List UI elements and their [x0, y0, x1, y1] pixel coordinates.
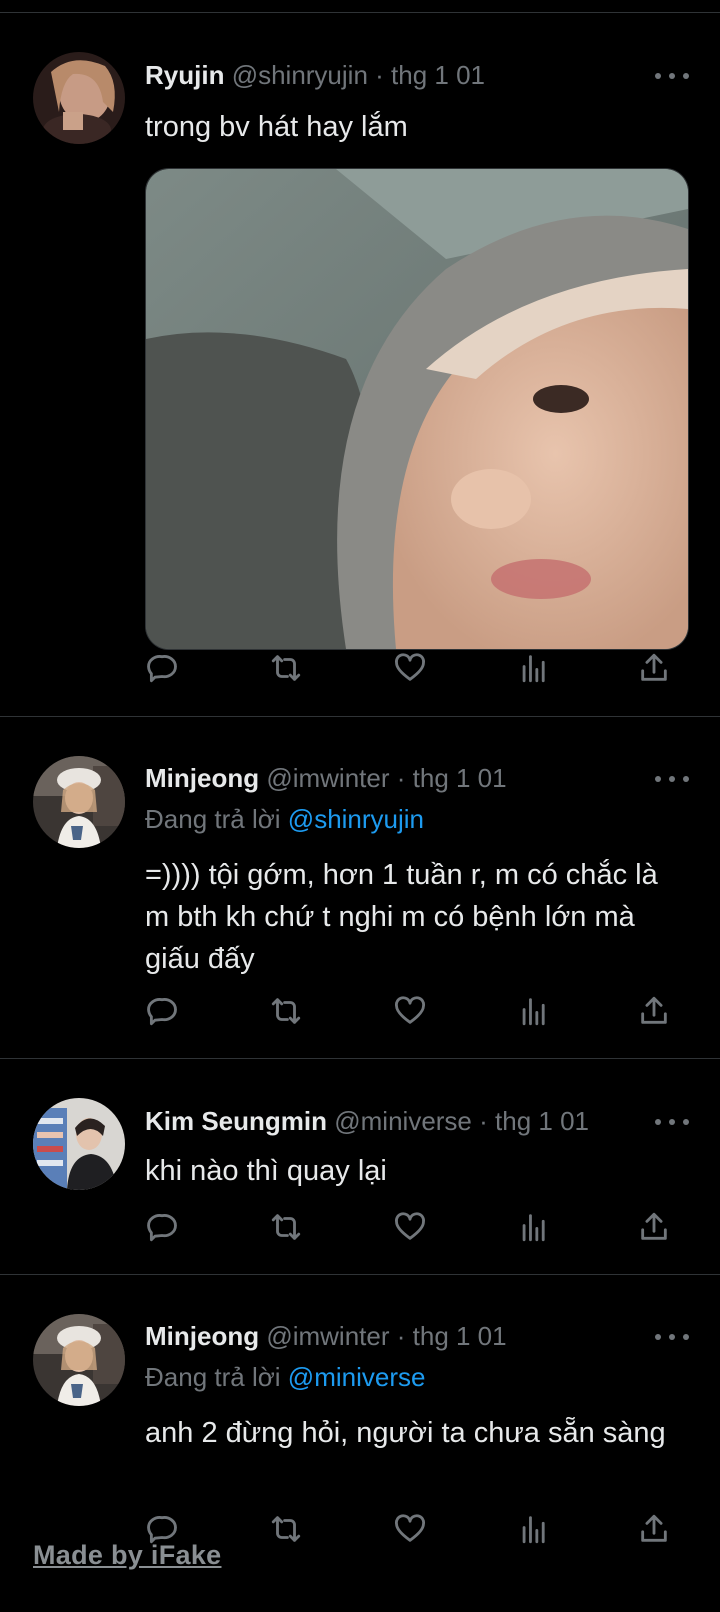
reply-icon[interactable] — [142, 1207, 182, 1247]
user-handle[interactable]: @shinryujin — [232, 60, 368, 90]
tweet-actions — [0, 648, 720, 688]
tweet-date[interactable]: · thg 1 01 — [397, 763, 507, 793]
avatar-seungmin[interactable] — [33, 1098, 125, 1190]
tweet-actions — [0, 991, 720, 1031]
share-icon[interactable] — [634, 648, 674, 688]
tweet-header: Kim Seungmin @miniverse · thg 1 01 — [145, 1106, 589, 1137]
views-icon[interactable] — [514, 1509, 554, 1549]
tweet-photo[interactable] — [145, 168, 689, 650]
like-icon[interactable] — [390, 1207, 430, 1247]
tweet-text: trong bv hát hay lắm — [145, 111, 408, 143]
more-icon[interactable] — [655, 66, 689, 86]
like-icon[interactable] — [390, 991, 430, 1031]
views-icon[interactable] — [514, 991, 554, 1031]
reply-prefix: Đang trả lời — [145, 804, 281, 834]
tweet-date[interactable]: · thg 1 01 — [397, 1321, 507, 1351]
tweet-header: Minjeong @imwinter · thg 1 01 — [145, 763, 507, 794]
retweet-icon[interactable] — [266, 1207, 306, 1247]
divider — [0, 1274, 720, 1275]
reply-mention-link[interactable]: @shinryujin — [288, 804, 424, 834]
avatar-minjeong[interactable] — [33, 756, 125, 848]
reply-prefix: Đang trả lời — [145, 1362, 281, 1392]
display-name[interactable]: Kim Seungmin — [145, 1106, 327, 1136]
display-name[interactable]: Minjeong — [145, 1321, 259, 1351]
views-icon[interactable] — [514, 648, 554, 688]
display-name[interactable]: Ryujin — [145, 60, 224, 90]
reply-icon[interactable] — [142, 648, 182, 688]
share-icon[interactable] — [634, 1207, 674, 1247]
like-icon[interactable] — [390, 648, 430, 688]
retweet-icon[interactable] — [266, 648, 306, 688]
reply-icon[interactable] — [142, 991, 182, 1031]
user-handle[interactable]: @miniverse — [334, 1106, 472, 1136]
replying-to: Đang trả lời @miniverse — [145, 1362, 425, 1393]
like-icon[interactable] — [390, 1509, 430, 1549]
tweet-actions — [0, 1207, 720, 1247]
tweet-date[interactable]: · thg 1 01 — [375, 60, 485, 90]
user-handle[interactable]: @imwinter — [266, 1321, 389, 1351]
divider — [0, 1058, 720, 1059]
reply-mention-link[interactable]: @miniverse — [288, 1362, 426, 1392]
top-divider — [0, 12, 720, 13]
tweet-text: khi nào thì quay lại — [145, 1155, 387, 1187]
user-handle[interactable]: @imwinter — [266, 763, 389, 793]
display-name[interactable]: Minjeong — [145, 763, 259, 793]
tweet-header: Ryujin @shinryujin · thg 1 01 — [145, 60, 485, 91]
retweet-icon[interactable] — [266, 1509, 306, 1549]
replying-to: Đang trả lời @shinryujin — [145, 804, 424, 835]
watermark: Made by iFake — [33, 1540, 222, 1570]
tweet-text: =)))) tội gớm, hơn 1 tuần r, m có chắc l… — [145, 859, 658, 975]
share-icon[interactable] — [634, 1509, 674, 1549]
tweet-text: anh 2 đừng hỏi, người ta chưa sẵn sàng — [145, 1417, 666, 1449]
tweet-date[interactable]: · thg 1 01 — [479, 1106, 589, 1136]
avatar-ryujin[interactable] — [33, 52, 125, 144]
more-icon[interactable] — [655, 1112, 689, 1132]
avatar-minjeong[interactable] — [33, 1314, 125, 1406]
tweet-header: Minjeong @imwinter · thg 1 01 — [145, 1321, 507, 1352]
retweet-icon[interactable] — [266, 991, 306, 1031]
share-icon[interactable] — [634, 991, 674, 1031]
more-icon[interactable] — [655, 1327, 689, 1347]
divider — [0, 716, 720, 717]
more-icon[interactable] — [655, 769, 689, 789]
views-icon[interactable] — [514, 1207, 554, 1247]
